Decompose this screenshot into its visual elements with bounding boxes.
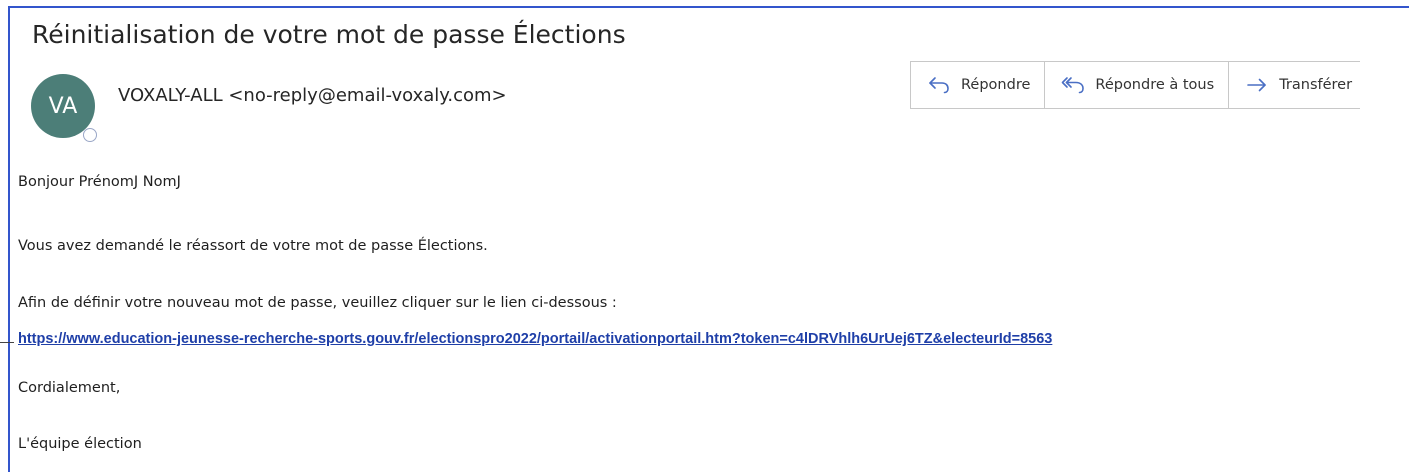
password-reset-link[interactable]: https://www.education-jeunesse-recherche… bbox=[18, 331, 1052, 347]
presence-status-icon bbox=[83, 128, 97, 142]
message-actions-toolbar: Répondre Répondre à tous Transférer bbox=[910, 61, 1361, 109]
reply-all-label: Répondre à tous bbox=[1095, 77, 1215, 93]
body-paragraph-1: Vous avez demandé le réassort de votre m… bbox=[18, 238, 488, 254]
reply-all-button[interactable]: Répondre à tous bbox=[1045, 62, 1230, 108]
greeting-text: Bonjour PrénomJ NomJ bbox=[18, 174, 181, 190]
email-subject: Réinitialisation de votre mot de passe É… bbox=[32, 20, 626, 49]
body-paragraph-2: Afin de définir votre nouveau mot de pas… bbox=[18, 295, 617, 311]
closing-text: Cordialement, bbox=[18, 380, 121, 396]
signature-text: L'équipe élection bbox=[18, 436, 142, 452]
reply-label: Répondre bbox=[961, 77, 1031, 93]
forward-button[interactable]: Transférer bbox=[1229, 62, 1360, 108]
margin-marker bbox=[0, 342, 14, 343]
reply-button[interactable]: Répondre bbox=[911, 62, 1046, 108]
reply-icon bbox=[927, 75, 951, 95]
avatar-initials: VA bbox=[48, 93, 78, 119]
sender-address[interactable]: VOXALY-ALL <no-reply@email-voxaly.com> bbox=[118, 85, 507, 106]
forward-icon bbox=[1245, 75, 1269, 95]
forward-label: Transférer bbox=[1279, 77, 1353, 93]
reply-all-icon bbox=[1061, 75, 1085, 95]
